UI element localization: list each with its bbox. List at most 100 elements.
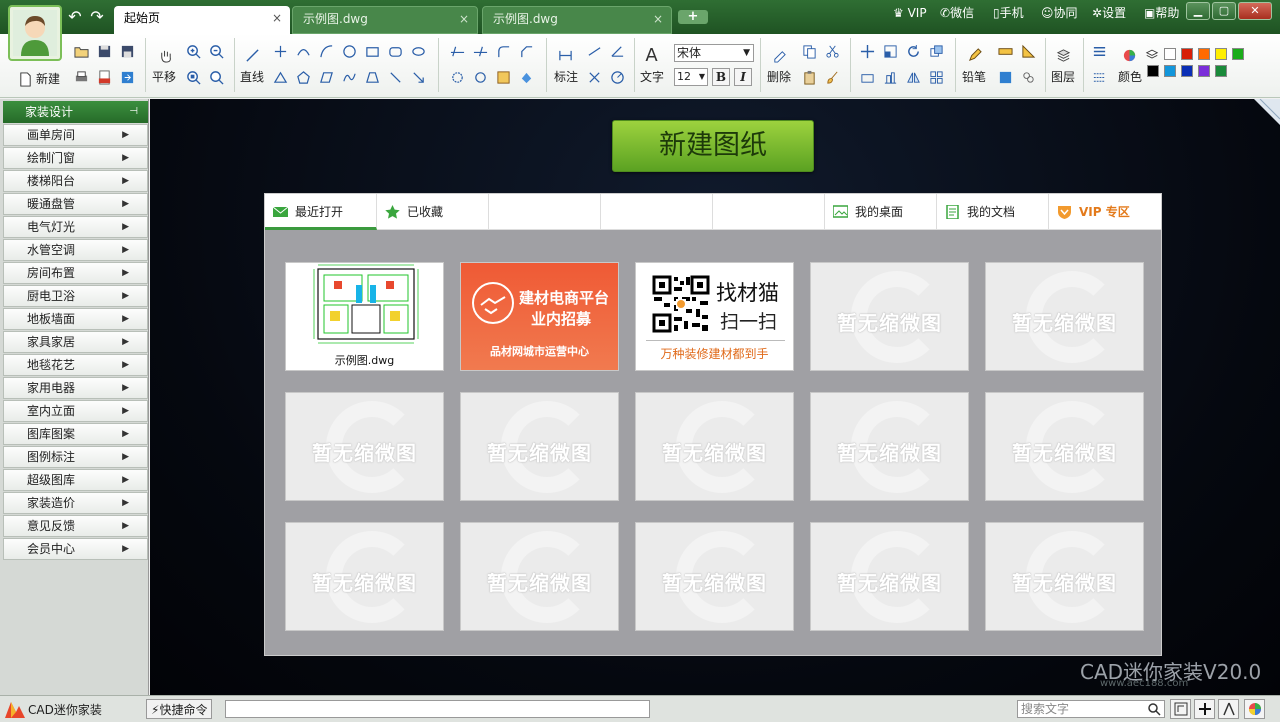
dimension-label[interactable]: 标注 [554,68,578,85]
brush-icon[interactable] [823,68,842,87]
pencil-icon[interactable] [965,46,984,65]
sidebar-item[interactable]: 绘制门窗 ▶ [3,147,148,169]
font-size-select[interactable]: 12 ▼ [674,68,708,86]
thumbnail-placeholder[interactable]: 暂无缩微图 [810,522,969,631]
insert-image-icon[interactable] [996,68,1015,87]
tab-desktop[interactable]: 我的桌面 [825,194,937,230]
new-label[interactable]: 新建 [36,70,60,87]
close-window-button[interactable]: ✕ [1238,2,1272,20]
radius-dim-icon[interactable] [608,68,627,87]
fillet-icon[interactable] [494,42,513,61]
align-icon[interactable] [881,68,900,87]
thumbnail-placeholder[interactable]: 暂无缩微图 [985,262,1144,371]
snap-toggle-icon[interactable] [1170,699,1191,719]
print-icon[interactable] [72,68,91,87]
offset-icon[interactable] [448,68,467,87]
color-swatch[interactable] [1198,65,1210,77]
spline-icon[interactable] [340,68,359,87]
sidebar-item[interactable]: 家用电器 ▶ [3,377,148,399]
pencil-label[interactable]: 铅笔 [962,68,986,85]
diagonal-line-icon[interactable] [386,68,405,87]
sidebar-item[interactable]: 水管空调 ▶ [3,239,148,261]
eraser-icon[interactable] [770,46,789,65]
sidebar-item[interactable]: 超级图库 ▶ [3,469,148,491]
search-icon[interactable] [1143,700,1164,718]
user-avatar[interactable] [8,5,62,61]
stretch-icon[interactable] [858,68,877,87]
tab-example-dwg-1[interactable]: 示例图.dwg × [292,6,478,34]
delete-label[interactable]: 删除 [767,68,791,85]
layers-icon[interactable] [1054,46,1073,65]
crosshair-toggle-icon[interactable] [1194,699,1215,719]
color-swatch[interactable] [1181,65,1193,77]
sidebar-item[interactable]: 厨电卫浴 ▶ [3,285,148,307]
text-tool-icon[interactable]: A [642,45,661,66]
close-icon[interactable]: × [653,7,663,31]
sidebar-item[interactable]: 图库图案 ▶ [3,423,148,445]
pan-label[interactable]: 平移 [152,68,176,85]
export-image-icon[interactable] [118,68,137,87]
pan-hand-icon[interactable] [156,46,175,65]
ellipse-icon[interactable] [409,42,428,61]
tab-start-page[interactable]: 起始页 × [114,6,290,34]
sidebar-item[interactable]: 楼梯阳台 ▶ [3,170,148,192]
dimension-icon[interactable] [556,46,575,65]
new-tab-button[interactable]: + [678,10,708,24]
rotate-icon[interactable] [904,42,923,61]
italic-button[interactable]: I [734,68,752,86]
command-input[interactable] [225,700,650,718]
layer-label[interactable]: 图层 [1051,68,1075,85]
sidebar-item[interactable]: 家具家居 ▶ [3,331,148,353]
thumbnail-placeholder[interactable]: 暂无缩微图 [985,392,1144,501]
sidebar-item[interactable]: 暖通盘管 ▶ [3,193,148,215]
zoom-in-icon[interactable] [184,42,203,61]
vip-menu[interactable]: ♛ VIP [893,4,927,22]
hatch-icon[interactable] [494,68,513,87]
minimize-button[interactable]: ▁ [1186,2,1210,20]
rectangle-icon[interactable] [363,42,382,61]
thumbnail-placeholder[interactable]: 暂无缩微图 [635,392,794,501]
color-wheel-icon[interactable] [1120,46,1139,65]
parallelogram-icon[interactable] [317,68,336,87]
promo-card-zhaocaimao[interactable]: 找材猫 扫一扫 万种装修建材都到手 [635,262,794,371]
collab-menu[interactable]: ☺协同 [1041,4,1078,22]
color-swatch[interactable] [1164,65,1176,77]
thumbnail-placeholder[interactable]: 暂无缩微图 [285,392,444,501]
thumbnail-placeholder[interactable]: 暂无缩微图 [985,522,1144,631]
zoom-window-icon[interactable] [184,68,203,87]
pdf-export-icon[interactable] [95,68,114,87]
color-swatch[interactable] [1215,48,1227,60]
tab-vip[interactable]: VIP 专区 [1049,194,1161,230]
line-label[interactable]: 直线 [240,68,264,85]
line-weight-icon[interactable] [1090,42,1109,61]
save-as-icon[interactable] [118,42,137,61]
triangle-icon[interactable] [271,68,290,87]
fill-bucket-icon[interactable] [517,68,536,87]
arc-icon[interactable] [294,42,313,61]
trapezoid-icon[interactable] [363,68,382,87]
thumbnail-placeholder[interactable]: 暂无缩微图 [285,522,444,631]
new-file-icon[interactable] [16,70,35,89]
mirror-icon[interactable] [904,68,923,87]
color-swatch[interactable] [1147,65,1159,77]
phone-menu[interactable]: ▯手机 [993,4,1024,22]
color-label[interactable]: 颜色 [1118,68,1142,85]
color-palette-icon[interactable] [1244,699,1265,719]
angle-dim-icon[interactable] [608,42,627,61]
thumbnail-placeholder[interactable]: 暂无缩微图 [460,522,619,631]
curve-icon[interactable] [317,42,336,61]
chamfer-icon[interactable] [517,42,536,61]
sidebar-item[interactable]: 会员中心 ▶ [3,538,148,560]
pentagon-icon[interactable] [294,68,313,87]
help-menu[interactable]: ▣帮助 [1144,4,1179,22]
back-icon[interactable]: ↶ [66,8,84,26]
sidebar-item[interactable]: 房间布置 ▶ [3,262,148,284]
close-icon[interactable]: × [272,6,282,30]
scale-icon[interactable] [881,42,900,61]
sidebar-item[interactable]: 图例标注 ▶ [3,446,148,468]
move-icon[interactable] [858,42,877,61]
cut-icon[interactable] [823,42,842,61]
grid-array-icon[interactable] [927,68,946,87]
color-swatch[interactable] [1164,48,1176,60]
circle-icon[interactable] [340,42,359,61]
